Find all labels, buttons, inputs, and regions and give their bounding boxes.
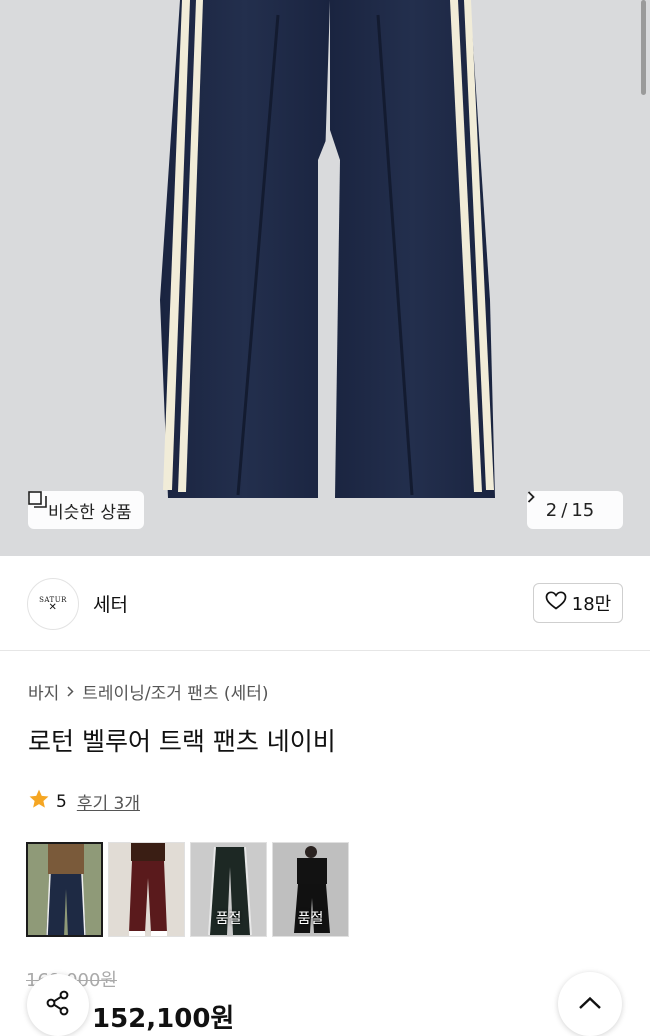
- image-pager[interactable]: 2 / 15: [527, 491, 623, 529]
- color-option-thumbnail[interactable]: [26, 842, 103, 937]
- soldout-label: 품절: [215, 911, 242, 927]
- breadcrumb-subcategory[interactable]: 트레이닝/조거 팬츠 (세터): [82, 679, 268, 704]
- page-current: 2: [545, 499, 558, 521]
- sale-price: 152,100원: [92, 1004, 235, 1034]
- chevron-right-icon: [67, 682, 74, 702]
- share-icon: [44, 989, 72, 1021]
- rating-value: 5: [56, 791, 67, 812]
- heart-icon: [545, 591, 567, 615]
- breadcrumb-category[interactable]: 바지: [28, 679, 59, 704]
- similar-products-button[interactable]: 비슷한 상품: [28, 491, 144, 529]
- color-option-thumbnail[interactable]: 품절: [272, 842, 349, 937]
- soldout-label: 품절: [297, 911, 324, 927]
- star-icon: [28, 788, 50, 815]
- review-link[interactable]: 후기 3개: [77, 789, 140, 814]
- similar-label: 비슷한 상품: [48, 502, 132, 523]
- like-button[interactable]: 18만: [533, 583, 623, 623]
- brand-logo[interactable]: SATUR ✕: [27, 578, 79, 630]
- color-option-thumbnail[interactable]: 품절: [190, 842, 267, 937]
- share-button[interactable]: [27, 974, 89, 1036]
- scrollbar[interactable]: [641, 0, 646, 95]
- page-separator: /: [561, 499, 568, 521]
- product-image[interactable]: 비슷한 상품 2 / 15: [0, 0, 650, 556]
- brand-logo-mark: ✕: [48, 602, 58, 613]
- breadcrumb: 바지 트레이닝/조거 팬츠 (세터): [28, 679, 268, 704]
- brand-name[interactable]: 세터: [93, 590, 128, 617]
- chevron-up-icon: [578, 995, 602, 1014]
- page-total: 15: [571, 499, 595, 521]
- color-option-thumbnail[interactable]: [108, 842, 185, 937]
- pants-illustration: [160, 0, 495, 498]
- like-count: 18만: [571, 594, 612, 615]
- product-title: 로턴 벨루어 트랙 팬츠 네이비: [28, 727, 336, 756]
- color-options: 품절 품절: [26, 842, 349, 937]
- rating-row: 5 후기 3개: [28, 788, 140, 815]
- scroll-to-top-button[interactable]: [558, 972, 622, 1036]
